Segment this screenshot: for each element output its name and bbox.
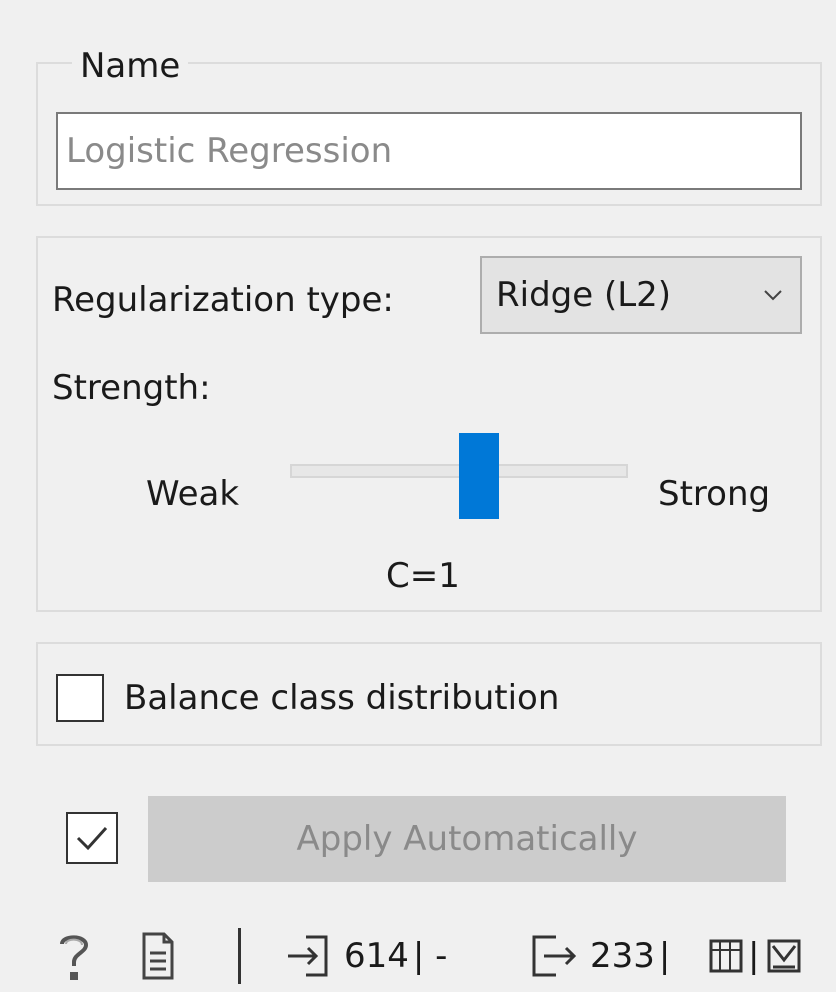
balance-class-label[interactable]: Balance class distribution [124, 674, 559, 722]
warning-icon [767, 939, 801, 973]
output-separator: | [658, 936, 671, 976]
strength-label: Strength: [52, 368, 211, 408]
data-view-icon [709, 939, 743, 973]
output-count: 233 [590, 936, 655, 976]
apply-automatically-checkbox[interactable] [66, 812, 118, 864]
balance-class-checkbox[interactable] [56, 674, 104, 722]
regularization-type-label: Regularization type: [52, 280, 394, 320]
report-icon [142, 932, 174, 980]
apply-automatically-button[interactable]: Apply Automatically [148, 796, 786, 882]
status-separator-2: | [748, 926, 759, 986]
regularization-type-select[interactable]: Ridge (L2) [480, 256, 802, 334]
input-count: 614 [344, 936, 409, 976]
input-summary: 614 | - [286, 926, 447, 986]
logistic-regression-panel: Name Regularization type: Ridge (L2) Str… [0, 0, 836, 992]
report-button[interactable] [140, 926, 176, 986]
strong-label: Strong [658, 474, 771, 514]
status-divider [238, 928, 241, 984]
help-icon [60, 935, 89, 980]
checkmark-icon [76, 826, 108, 851]
weak-label: Weak [146, 474, 240, 514]
name-legend: Name [72, 44, 189, 88]
name-input[interactable] [56, 112, 802, 190]
c-value-label: C=1 [386, 556, 460, 596]
chevron-down-icon [764, 290, 782, 301]
output-separator-2: | [748, 936, 760, 976]
output-summary: 233 | [530, 926, 670, 986]
warning-button[interactable] [766, 926, 802, 986]
input-separator: | - [412, 936, 448, 976]
data-view-button[interactable] [708, 926, 744, 986]
regularization-type-value: Ridge (L2) [496, 275, 672, 315]
help-button[interactable] [56, 926, 92, 986]
strength-slider-handle[interactable] [459, 433, 499, 519]
input-data-icon [288, 935, 328, 977]
output-data-icon [532, 935, 577, 977]
